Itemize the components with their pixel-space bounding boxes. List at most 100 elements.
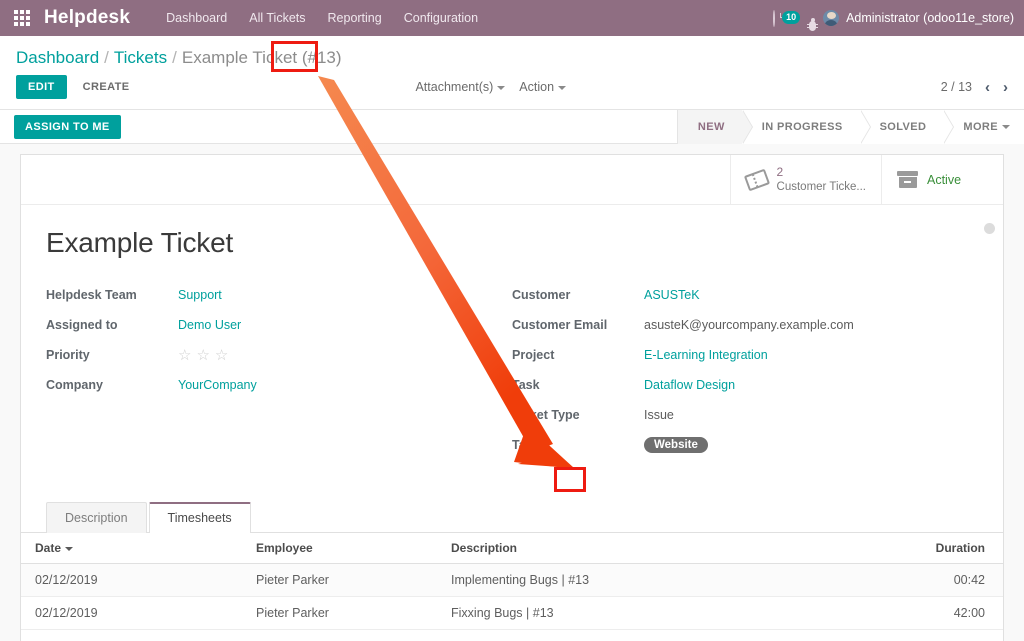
field-label: Customer Email	[512, 318, 608, 333]
field-customer: Customer ASUSTeK	[512, 285, 978, 305]
app-brand-title[interactable]: Helpdesk	[44, 7, 130, 29]
avatar	[823, 10, 840, 26]
navbar-right-tools: 10 Administrator (odoo11e_store)	[773, 9, 1014, 31]
stage-more-dropdown[interactable]: MORE	[943, 109, 1024, 144]
breadcrumb-item-dashboard[interactable]: Dashboard	[16, 48, 99, 67]
cell-employee: Pieter Parker	[246, 563, 441, 598]
tab-timesheets[interactable]: Timesheets	[148, 502, 251, 534]
star-icon[interactable]: ☆	[178, 348, 191, 363]
menu-item-all-tickets[interactable]: All Tickets	[249, 11, 305, 25]
stage-label: IN PROGRESS	[761, 120, 843, 133]
user-menu[interactable]: Administrator (odoo11e_store)	[823, 10, 1014, 26]
menu-item-dashboard[interactable]: Dashboard	[166, 11, 227, 25]
field-label: Ticket Type	[512, 408, 580, 423]
field-value[interactable]: Support	[178, 288, 222, 302]
stat-button-customer-tickets[interactable]: 2 Customer Ticke...	[729, 155, 881, 205]
field-company: Company YourCompany	[46, 375, 512, 395]
control-panel-button-row: EDIT CREATE Attachment(s) Action 2 / 13 …	[0, 68, 1024, 109]
create-button[interactable]: CREATE	[73, 75, 140, 99]
notebook-tabs: Description Timesheets	[21, 501, 1003, 534]
stage-divider	[859, 109, 870, 144]
kanban-state-dot[interactable]	[984, 223, 995, 235]
table-row[interactable]: 02/12/2019 Pieter Parker Fixxing Bugs | …	[21, 596, 1003, 631]
clock-icon[interactable]	[773, 9, 776, 27]
column-header-employee[interactable]: Employee	[246, 533, 441, 565]
chevron-down-icon	[497, 85, 506, 90]
field-value[interactable]: YourCompany	[178, 378, 257, 392]
field-value[interactable]: ASUSTeK	[644, 288, 700, 302]
star-icon[interactable]: ☆	[196, 348, 209, 363]
attachments-dropdown[interactable]: Attachment(s)	[415, 80, 506, 94]
assign-to-me-button[interactable]: ASSIGN TO ME	[14, 114, 121, 139]
control-panel-top-row: Dashboard / Tickets / Example Ticket (#13)	[0, 36, 1024, 68]
stage-new[interactable]: NEW	[677, 109, 753, 144]
cell-employee: Pieter Parker	[246, 596, 441, 631]
column-header-description[interactable]: Description	[441, 533, 819, 565]
action-dropdown[interactable]: Action	[519, 80, 567, 94]
breadcrumb-separator: /	[172, 48, 177, 67]
field-tags: Tags Website	[512, 435, 978, 455]
field-label: Customer	[512, 288, 571, 303]
field-assigned-to: Assigned to Demo User	[46, 315, 512, 335]
field-value[interactable]: E-Learning Integration	[644, 348, 768, 362]
stat-button-active[interactable]: Active	[881, 155, 1003, 205]
field-label: Tags	[512, 438, 541, 453]
messages-badge-count: 10	[782, 11, 801, 24]
field-label: Task	[512, 378, 540, 393]
edit-button[interactable]: EDIT	[16, 75, 67, 99]
star-icon[interactable]: ☆	[215, 348, 228, 363]
cell-description: Fixxing Bugs | #13	[441, 596, 819, 631]
sheet-container: 2 Customer Ticke... Active Example Ticke…	[0, 144, 1024, 641]
field-label: Helpdesk Team	[46, 288, 137, 303]
stat-button-bar: 2 Customer Ticke... Active	[21, 155, 1003, 206]
table-row[interactable]: 02/12/2019 Pieter Parker Implementing Bu…	[21, 563, 1003, 598]
field-value: Issue	[644, 408, 674, 423]
form-columns: Helpdesk Team Support Assigned to Demo U…	[46, 285, 978, 465]
tag-badge[interactable]: Website	[644, 437, 708, 454]
breadcrumb-record-id: (#13)	[301, 48, 342, 67]
priority-stars[interactable]: ☆ ☆ ☆	[178, 348, 228, 363]
field-task: Task Dataflow Design	[512, 375, 978, 395]
cell-date: 02/12/2019	[21, 563, 246, 598]
main-menu: Dashboard All Tickets Reporting Configur…	[166, 11, 478, 25]
statusbar-row: ASSIGN TO ME NEW IN PROGRESS SOLVED MORE	[0, 109, 1024, 144]
cell-date: 02/12/2019	[21, 596, 246, 631]
apps-grid-icon[interactable]	[14, 10, 30, 26]
stage-divider	[943, 109, 954, 144]
notebook: Description Timesheets Date Employee Des…	[21, 501, 1003, 641]
ticket-icon	[743, 168, 770, 191]
stage-solved[interactable]: SOLVED	[859, 109, 955, 144]
field-priority: Priority ☆ ☆ ☆	[46, 345, 512, 365]
pager-previous-icon[interactable]: ‹	[985, 79, 990, 96]
archive-status-label: Active	[927, 172, 962, 187]
field-value[interactable]: Demo User	[178, 318, 241, 332]
tab-description[interactable]: Description	[46, 502, 147, 534]
menu-item-reporting[interactable]: Reporting	[328, 11, 382, 25]
field-value[interactable]: Dataflow Design	[644, 378, 735, 392]
pager-counter: 2 / 13	[940, 80, 972, 94]
chevron-down-icon	[558, 85, 567, 90]
field-label: Company	[46, 378, 103, 393]
top-navbar: Helpdesk Dashboard All Tickets Reporting…	[0, 0, 1024, 36]
menu-item-configuration[interactable]: Configuration	[404, 11, 478, 25]
column-header-label: Date	[35, 541, 62, 556]
record-sheet: 2 Customer Ticke... Active Example Ticke…	[20, 154, 1004, 641]
stage-in-progress[interactable]: IN PROGRESS	[741, 109, 871, 144]
stage-divider	[741, 109, 752, 144]
pager-next-icon[interactable]: ›	[1003, 79, 1008, 96]
page-title: Example Ticket	[46, 227, 234, 259]
field-project: Project E-Learning Integration	[512, 345, 978, 365]
chevron-down-icon	[1002, 124, 1010, 129]
user-name-label: Administrator (odoo11e_store)	[846, 11, 1014, 25]
stage-label: SOLVED	[879, 120, 927, 133]
breadcrumb-separator: /	[104, 48, 109, 67]
stage-statusbar: NEW IN PROGRESS SOLVED MORE	[676, 109, 1024, 144]
table-header: Date Employee Description Duration	[21, 533, 1003, 565]
column-header-duration[interactable]: Duration	[818, 533, 1003, 565]
breadcrumb-item-tickets[interactable]: Tickets	[114, 48, 167, 67]
form-body: Example Ticket Helpdesk Team Support Ass…	[21, 205, 1003, 465]
pager: 2 / 13 ‹ ›	[941, 79, 1008, 96]
timesheets-table: Date Employee Description Duration 02/12…	[21, 533, 1003, 641]
control-panel-dropdowns: Attachment(s) Action	[415, 80, 567, 94]
column-header-date[interactable]: Date	[21, 533, 246, 565]
